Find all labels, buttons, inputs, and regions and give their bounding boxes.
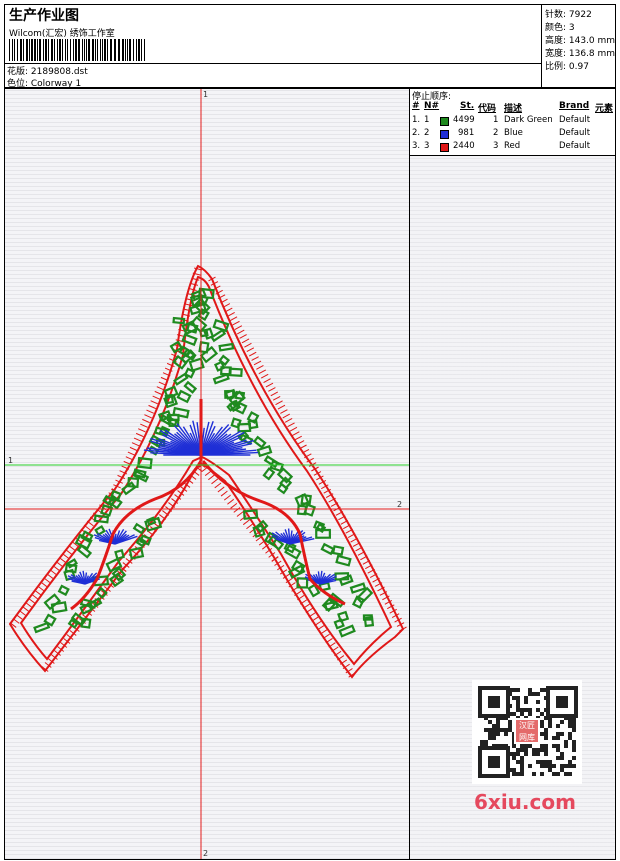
table-row[interactable]: 1. 1 4499 1 Dark Green Default: [410, 115, 615, 128]
row-needle: 1: [424, 115, 430, 125]
page-title: 生产作业图: [9, 8, 79, 24]
design-canvas[interactable]: 1 2 1 2: [4, 88, 410, 860]
row-index: 2.: [412, 128, 421, 138]
row-description: Blue: [504, 128, 523, 138]
axis-label-left: 1: [8, 456, 13, 465]
red-border: [8, 264, 405, 679]
col-header-brand: Brand: [559, 101, 590, 111]
qr-code: 汉匠网库: [472, 680, 582, 784]
design-width: 宽度: 136.8 mm: [545, 49, 616, 59]
col-header-code: 代码: [478, 104, 497, 114]
design-scale: 比例: 0.97: [545, 62, 589, 72]
row-stitches: 981: [458, 128, 475, 138]
qr-badge: 汉匠网库: [514, 718, 540, 744]
row-needle: 2: [424, 128, 430, 138]
stitch-count: 针数: 7922: [545, 10, 592, 20]
embroidery-preview: 1 2 1 2: [5, 89, 409, 859]
stop-sequence-table: 停止顺序: # N# St. 代码 描述 Brand 元素 1. 1 4499 …: [410, 89, 615, 156]
row-brand: Default: [559, 141, 591, 151]
axis-label-right: 2: [397, 500, 402, 509]
row-brand: Default: [559, 115, 591, 125]
row-index: 3.: [412, 141, 421, 151]
table-row[interactable]: 2. 2 981 2 Blue Default: [410, 128, 615, 141]
color-swatch: [440, 143, 449, 152]
row-description: Red: [504, 141, 521, 151]
header-panel: 生产作业图 Wilcom(汇宏) 绣饰工作室 花版: 2189808.dst 色…: [4, 4, 616, 89]
row-stitches: 2440: [453, 141, 475, 151]
design-height: 高度: 143.0 mm: [545, 36, 616, 46]
site-logo: 6xiu.com: [474, 790, 576, 814]
row-code: 3: [493, 141, 499, 151]
row-index: 1.: [412, 115, 421, 125]
studio-subtitle: Wilcom(汇宏) 绣饰工作室: [9, 29, 115, 39]
col-header-stitches: St.: [460, 101, 475, 111]
table-row[interactable]: 3. 3 2440 3 Red Default: [410, 141, 615, 154]
row-code: 2: [493, 128, 499, 138]
color-count: 颜色: 3: [545, 23, 575, 33]
axis-label-top: 1: [203, 90, 208, 99]
col-header-description: 描述: [504, 104, 523, 114]
axis-label-bottom: 2: [203, 849, 208, 858]
color-swatch: [440, 130, 449, 139]
row-code: 1: [493, 115, 499, 125]
barcode: [9, 39, 145, 61]
col-header-index: #: [412, 101, 420, 111]
color-swatch: [440, 117, 449, 126]
row-needle: 3: [424, 141, 430, 151]
col-header-needle: N#: [424, 101, 440, 111]
stats-panel: 针数: 7922 颜色: 3 高度: 143.0 mm 宽度: 136.8 mm…: [541, 5, 616, 88]
row-brand: Default: [559, 128, 591, 138]
row-description: Dark Green: [504, 115, 553, 125]
row-stitches: 4499: [453, 115, 475, 125]
col-header-element: 元素: [595, 104, 614, 114]
